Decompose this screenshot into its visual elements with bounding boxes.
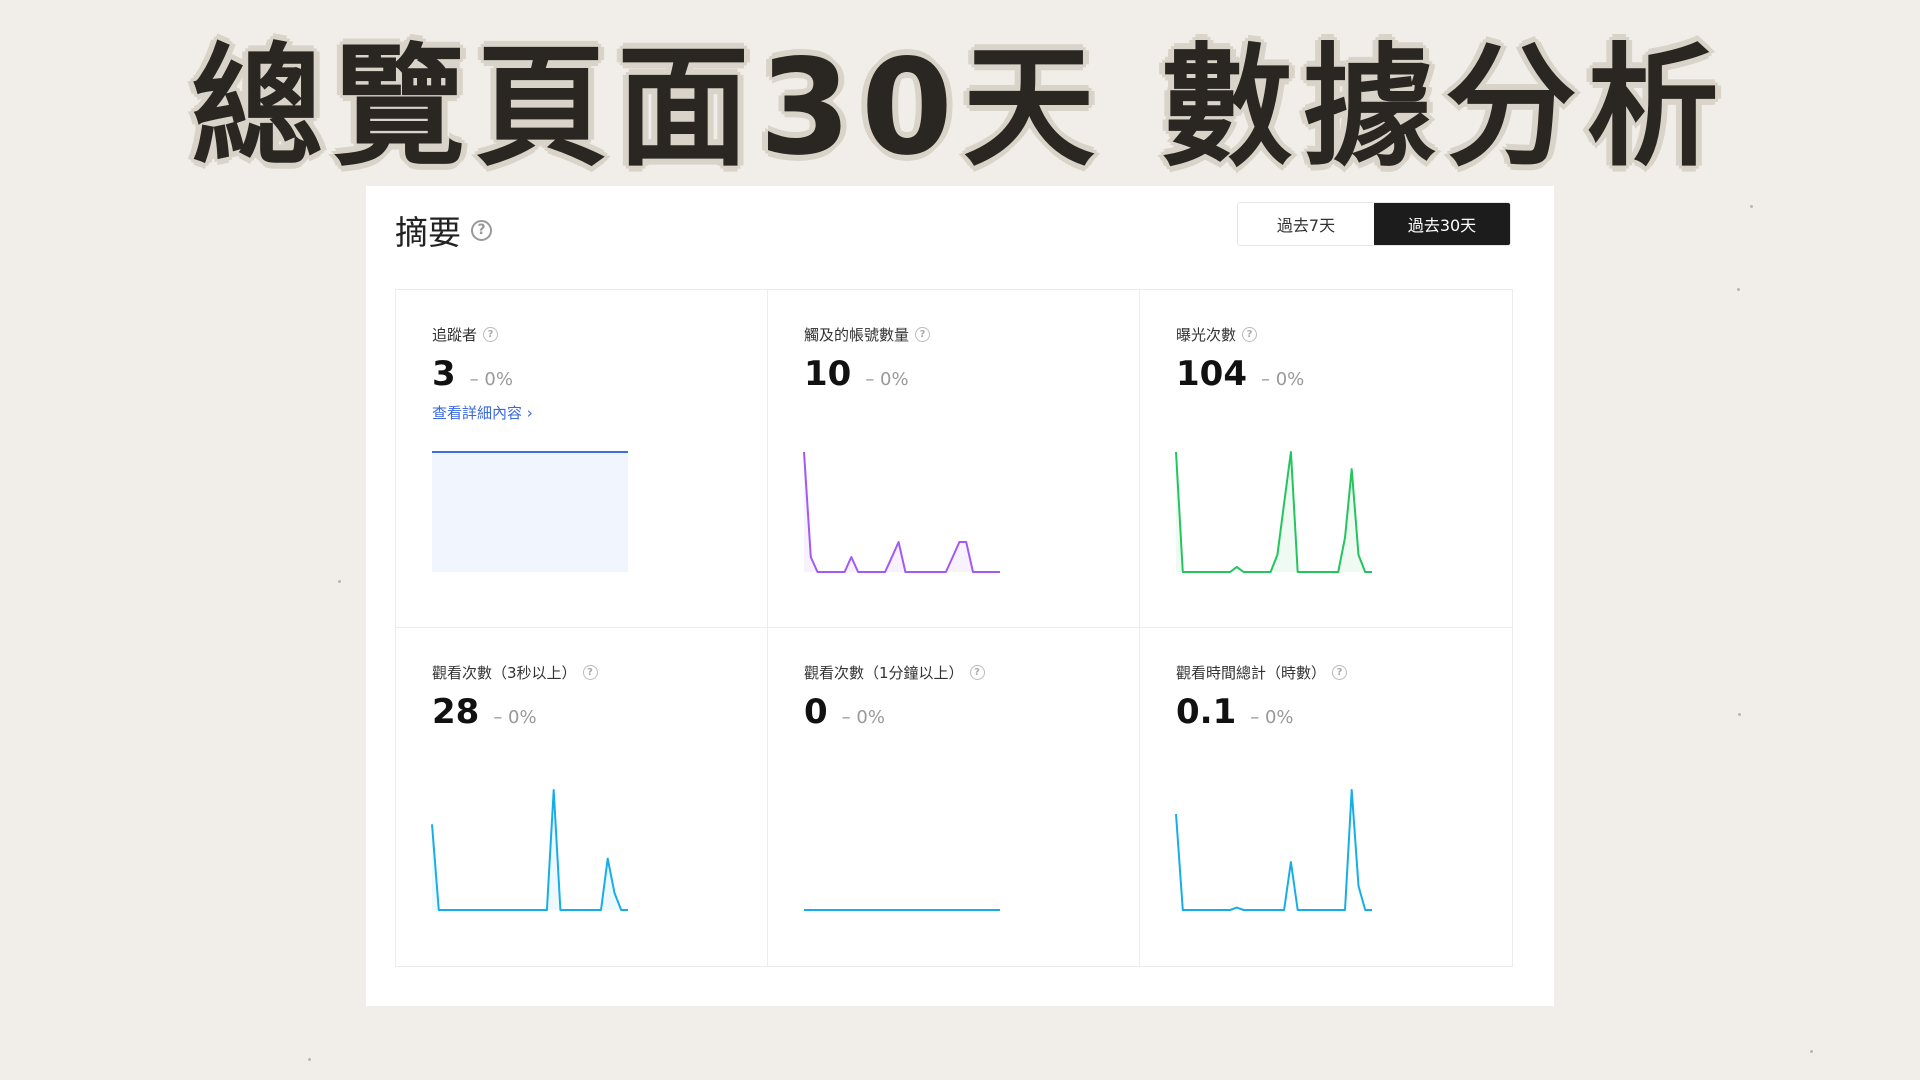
page-headline: 總覽頁面30天 數據分析 — [191, 31, 1729, 185]
metric-change: – 0% — [1260, 369, 1305, 390]
metric-change: – 0% — [469, 369, 513, 390]
metric-change: – 0% — [841, 707, 885, 728]
date-range-toggle: 過去7天 過去30天 — [1237, 202, 1511, 246]
sparkline-chart — [1175, 789, 1372, 911]
metric-label: 追蹤者 — [432, 326, 478, 344]
help-icon[interactable]: ? — [582, 665, 598, 680]
help-icon[interactable]: ? — [969, 665, 985, 680]
metric-change: – 0% — [1250, 707, 1294, 728]
metric-label: 觀看次數（3秒以上） — [432, 664, 577, 682]
sparkline-area — [432, 452, 628, 572]
metric-card-impressions: 曝光次數 ? 104 – 0% — [1140, 290, 1512, 628]
summary-header: 摘要 ? — [395, 206, 492, 254]
help-icon[interactable]: ? — [483, 327, 499, 342]
sparkline-line — [803, 451, 1000, 573]
metric-label: 觀看時間總計（時數） — [1176, 664, 1327, 682]
metric-value: 0 — [804, 692, 828, 732]
metric-value: 28 — [432, 692, 480, 732]
metric-value: 0.1 — [1176, 692, 1237, 732]
metric-change: – 0% — [493, 707, 537, 728]
metric-card-followers: 追蹤者 ? 3 – 0% 查看詳細內容 › — [396, 290, 768, 628]
metric-label: 觸及的帳號數量 — [804, 326, 910, 344]
metric-value: 104 — [1176, 354, 1247, 394]
help-icon[interactable]: ? — [915, 327, 931, 342]
sparkline-chart — [803, 451, 1000, 573]
view-details-link[interactable]: 查看詳細內容 › — [432, 402, 533, 423]
sparkline-chart — [804, 909, 1000, 911]
sparkline-line — [1175, 789, 1372, 911]
tab-last-7-days[interactable]: 過去7天 — [1238, 203, 1374, 245]
metric-card-accounts-reached: 觸及的帳號數量 ? 10 – 0% — [768, 290, 1140, 628]
sparkline-line — [431, 789, 628, 911]
metrics-grid: 追蹤者 ? 3 – 0% 查看詳細內容 › 觸及的帳號數量 ? 10 – 0% — [395, 289, 1513, 967]
paper-speck — [1737, 288, 1740, 291]
paper-speck — [308, 1058, 311, 1061]
metric-value: 3 — [432, 354, 456, 394]
help-icon[interactable]: ? — [1242, 327, 1258, 342]
metric-label: 觀看次數（1分鐘以上） — [804, 664, 964, 682]
paper-speck — [1738, 713, 1741, 716]
summary-panel: 摘要 ? 過去7天 過去30天 追蹤者 ? 3 – 0% 查看詳細內容 › 觸及… — [366, 186, 1554, 1006]
tab-last-30-days[interactable]: 過去30天 — [1374, 203, 1510, 245]
metric-card-watch-time: 觀看時間總計（時數） ? 0.1 – 0% — [1140, 628, 1512, 966]
metric-label: 曝光次數 — [1176, 326, 1237, 344]
metric-change: – 0% — [865, 369, 909, 390]
sparkline-chart — [432, 451, 628, 572]
metric-card-views-3s: 觀看次數（3秒以上） ? 28 – 0% — [396, 628, 768, 966]
sparkline-chart — [431, 789, 628, 911]
metric-value: 10 — [804, 354, 852, 394]
sparkline-chart — [1175, 451, 1372, 573]
summary-title: 摘要 — [395, 213, 461, 252]
sparkline-line — [1175, 451, 1372, 573]
help-icon[interactable]: ? — [471, 219, 492, 241]
help-icon[interactable]: ? — [1332, 665, 1348, 680]
paper-speck — [338, 580, 341, 583]
paper-speck — [1810, 1050, 1813, 1053]
paper-speck — [1750, 205, 1753, 208]
metric-card-views-1min: 觀看次數（1分鐘以上） ? 0 – 0% — [768, 628, 1140, 966]
sparkline-area — [432, 790, 628, 910]
